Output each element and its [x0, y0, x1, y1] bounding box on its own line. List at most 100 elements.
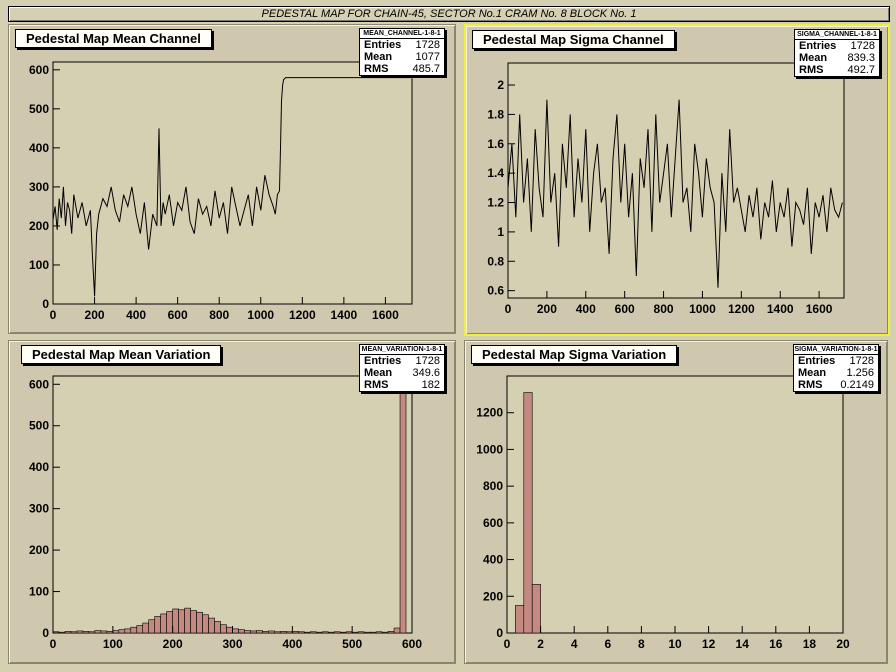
histogram-bar	[178, 609, 185, 634]
x-tick-label: 1200	[728, 302, 755, 316]
y-tick-label: 300	[29, 180, 49, 194]
y-tick-label: 1.8	[487, 107, 504, 121]
histogram-bar	[238, 629, 245, 634]
y-tick-label: 400	[29, 460, 49, 474]
histogram-bar	[100, 630, 108, 634]
x-tick-label: 6	[604, 637, 611, 651]
histogram-bar	[214, 621, 221, 634]
x-tick-label: 10	[668, 637, 682, 651]
x-tick-label: 2	[537, 637, 544, 651]
histogram-bar	[118, 629, 126, 634]
y-tick-label: 2	[497, 78, 504, 92]
histogram-bar	[148, 619, 156, 634]
stats-rms-label: RMS	[799, 64, 824, 76]
y-tick-label: 1000	[476, 442, 503, 456]
pad-title: Pedestal Map Sigma Channel	[472, 30, 675, 49]
histogram-bar	[106, 631, 114, 634]
x-tick-label: 20	[836, 637, 850, 651]
pad-sigma-variation[interactable]: 0 2 4 6 8 10 12 14 16 18 20 0 200 400 600 800 1000 1200 P…	[464, 340, 888, 664]
stats-name: MEAN_CHANNEL-1-8-1	[360, 29, 444, 39]
stats-box[interactable]: MEAN_VARIATION-1-8-1 Entries 1728 Mean 349…	[359, 344, 445, 392]
x-tick-label: 18	[803, 637, 817, 651]
stats-mean: 1.256	[846, 367, 874, 379]
y-tick-label: 1.2	[487, 196, 504, 210]
histogram-bar	[142, 622, 150, 634]
histogram-bar	[327, 631, 335, 634]
y-tick-label: 200	[483, 589, 503, 603]
pad-sigma-channel[interactable]: 0 200 400 600 800 1000 1200 1400 1600 0.6 0.8 1 1.2 1…	[464, 24, 890, 336]
histogram-bar	[286, 631, 293, 634]
histogram-bar	[268, 630, 275, 634]
stats-entries-label: Entries	[364, 355, 402, 367]
histogram-bar	[64, 631, 72, 634]
stats-rms: 485.7	[412, 63, 440, 75]
stats-box[interactable]: SIGMA_VARIATION-1-8-1 Entries 1728 Mean 1.…	[793, 344, 879, 392]
plot-frame	[52, 375, 413, 634]
histogram-bar	[523, 392, 533, 634]
x-tick-label: 400	[282, 637, 302, 651]
stats-mean-label: Mean	[364, 367, 393, 379]
x-tick-label: 1200	[289, 308, 316, 322]
stats-mean-label: Mean	[799, 52, 828, 64]
histogram-bar	[88, 631, 96, 634]
x-tick-label: 600	[615, 302, 635, 316]
stats-rms-label: RMS	[798, 379, 823, 391]
x-tick-label: 1400	[331, 308, 358, 322]
histogram-bar	[94, 630, 102, 634]
histogram-bar	[82, 631, 90, 634]
y-tick-label: 0	[42, 297, 49, 311]
x-tick-label: 8	[638, 637, 645, 651]
y-tick-label: 300	[29, 502, 49, 516]
y-tick-label: 100	[29, 258, 49, 272]
stats-rms: 0.2149	[840, 379, 874, 391]
x-tick-label: 800	[209, 308, 229, 322]
y-tick-label: 400	[29, 141, 49, 155]
x-tick-label: 500	[342, 637, 362, 651]
x-tick-label: 0	[505, 302, 512, 316]
histogram-bar	[112, 630, 120, 634]
histogram-bar	[232, 628, 239, 634]
stats-mean: 839.3	[847, 52, 875, 64]
canvas-banner: PEDESTAL MAP FOR CHAIN-45, SECTOR No.1 C…	[8, 6, 890, 22]
histogram-bar	[321, 631, 329, 634]
y-tick-label: 500	[29, 102, 49, 116]
stats-box[interactable]: SIGMA_CHANNEL-1-8-1 Entries 1728 Mean 839.…	[794, 29, 880, 77]
x-tick-label: 1600	[372, 308, 399, 322]
histogram-bar	[369, 631, 377, 634]
pad-mean-variation[interactable]: 0 100 200 300 400 500 600 0 100 200 300 400 500 600 P…	[8, 340, 456, 664]
histogram-bar	[220, 624, 227, 634]
stats-name: SIGMA_VARIATION-1-8-1	[794, 346, 878, 355]
x-tick-label: 14	[736, 637, 750, 651]
y-tick-label: 100	[29, 585, 49, 599]
x-tick-label: 200	[537, 302, 557, 316]
y-tick-label: 1200	[476, 406, 503, 420]
stats-mean-label: Mean	[798, 367, 827, 379]
histogram-bar	[262, 631, 269, 634]
histogram-bar	[274, 631, 281, 634]
stats-name: SIGMA_CHANNEL-1-8-1	[795, 30, 879, 40]
histogram-bar	[160, 613, 167, 634]
histogram-bar	[399, 392, 407, 634]
y-tick-label: 200	[29, 219, 49, 233]
histogram-bar	[292, 631, 299, 634]
x-tick-label: 400	[126, 308, 146, 322]
pad-mean-channel[interactable]: 0 200 400 600 800 1000 1200 1400 1600 0 100 200 300 4…	[8, 24, 456, 334]
histogram-bar	[136, 625, 144, 634]
stats-rms-label: RMS	[364, 379, 389, 391]
y-tick-label: 0	[42, 626, 49, 640]
y-tick-label: 400	[483, 553, 503, 567]
stats-box[interactable]: MEAN_CHANNEL-1-8-1 Entries 1728 Mean 1077 …	[359, 28, 445, 76]
stats-entries: 1728	[849, 355, 874, 367]
x-tick-label: 100	[103, 637, 123, 651]
y-tick-label: 0	[496, 626, 503, 640]
y-tick-label: 1.4	[487, 166, 504, 180]
histogram-bar	[76, 630, 84, 634]
histogram-bar	[130, 626, 138, 634]
stats-entries-label: Entries	[364, 39, 402, 51]
histogram-bar	[351, 631, 359, 634]
histogram-bar	[190, 610, 197, 634]
x-tick-label: 300	[222, 637, 242, 651]
histogram-bar	[515, 605, 525, 634]
stats-rms: 492.7	[847, 64, 875, 76]
x-tick-label: 200	[163, 637, 183, 651]
